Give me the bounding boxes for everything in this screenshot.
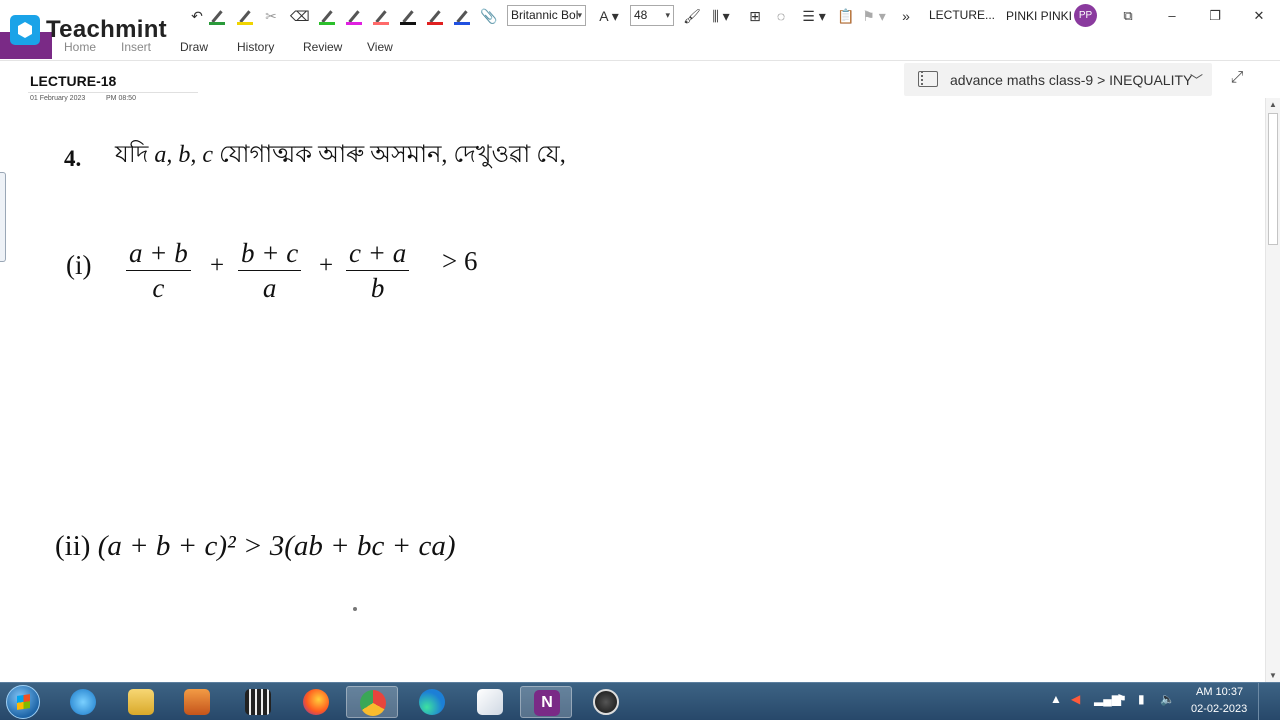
cut-icon[interactable]: ✂ xyxy=(262,7,280,25)
onenote-icon[interactable]: N xyxy=(520,686,572,718)
minimize-icon[interactable]: – xyxy=(1162,6,1182,26)
action-center-icon[interactable]: ⚑ xyxy=(1116,692,1127,706)
fraction-3-denominator: b xyxy=(370,273,385,303)
avatar[interactable]: PP xyxy=(1074,4,1097,27)
file-explorer-icon[interactable] xyxy=(115,686,167,718)
power-icon[interactable]: ▮ xyxy=(1138,692,1145,706)
sticky-note-icon[interactable] xyxy=(464,686,516,718)
side-panel-handle[interactable] xyxy=(0,172,6,262)
edge-icon[interactable] xyxy=(406,686,458,718)
tab-review[interactable]: Review xyxy=(303,40,342,54)
font-select-value: Britannic Bol xyxy=(511,8,579,22)
black-pen-icon[interactable] xyxy=(399,7,417,25)
tab-draw[interactable]: Draw xyxy=(180,40,208,54)
teachmint-logo: Teachmint xyxy=(10,14,167,46)
part-ii-label: (ii) xyxy=(55,530,91,562)
part-ii: (ii) (a + b + c)² > 3(ab + bc + ca) xyxy=(55,530,455,563)
overflow-icon[interactable]: » xyxy=(897,7,915,25)
video-editor-icon[interactable] xyxy=(232,686,284,718)
bright-green-pen-icon[interactable] xyxy=(318,7,336,25)
full-screen-icon[interactable]: ⧉ xyxy=(1118,6,1138,26)
format-painter-icon[interactable]: 🖌 xyxy=(683,7,701,25)
fraction-2-denominator: a xyxy=(262,273,277,303)
font-color-icon[interactable]: A ▾ xyxy=(596,7,622,25)
chevron-down-icon: ﹀ xyxy=(1190,73,1204,88)
vertical-scrollbar[interactable]: ▲ ▼ xyxy=(1265,98,1280,682)
ribbon-tabs: Home Insert Draw History Review View xyxy=(0,32,1280,61)
notebook-title: LECTURE... xyxy=(929,8,996,22)
green-pen-icon[interactable] xyxy=(208,7,226,25)
title-underline xyxy=(28,92,198,93)
cursor-dot xyxy=(353,607,357,611)
chrome-icon[interactable] xyxy=(346,686,398,718)
part-ii-expression: (a + b + c)² > 3(ab + bc + ca) xyxy=(97,530,456,562)
part-i-rhs: > 6 xyxy=(442,246,478,276)
undo-icon[interactable]: ↶ xyxy=(188,7,206,25)
scroll-thumb[interactable] xyxy=(1268,113,1278,245)
question-suffix: যোগাত্মক আৰু অসমান, দেখুওৱা যে, xyxy=(218,142,566,168)
flag-icon[interactable]: ⚑ ▾ xyxy=(860,7,888,25)
chevron-down-icon: ▾ xyxy=(577,10,582,20)
user-name: PINKI PINKI xyxy=(1006,9,1073,23)
blue-pen-icon[interactable] xyxy=(453,7,471,25)
show-desktop-button[interactable] xyxy=(1258,683,1280,720)
media-player-icon[interactable] xyxy=(171,686,223,718)
tray-alert-icon[interactable]: ◀ xyxy=(1071,692,1080,706)
eraser-icon[interactable]: ⌫ xyxy=(290,7,310,25)
plus-sign: + xyxy=(319,252,334,279)
page-time: PM 08:50 xyxy=(106,95,136,102)
page-title[interactable]: LECTURE-18 xyxy=(30,73,116,89)
question-prefix: যদি xyxy=(115,142,149,168)
scroll-up-icon[interactable]: ▲ xyxy=(1269,100,1277,109)
chevron-down-icon: ▾ xyxy=(665,10,670,20)
part-i-label: (i) xyxy=(66,250,92,280)
clock-time[interactable]: AM 10:37 xyxy=(1196,686,1243,698)
font-size-select[interactable]: 48 ▾ xyxy=(630,5,674,26)
fraction-1-denominator: c xyxy=(152,273,165,303)
fraction-3-numerator: c + a xyxy=(346,236,410,271)
clock-date[interactable]: 02-02-2023 xyxy=(1191,703,1247,715)
restore-icon[interactable]: ❐ xyxy=(1205,6,1225,26)
table-icon[interactable]: ⊞ xyxy=(746,7,764,25)
magenta-pen-icon[interactable] xyxy=(345,7,363,25)
tab-history[interactable]: History xyxy=(237,40,274,54)
notebook-icon xyxy=(918,71,938,87)
pink-pen-icon[interactable] xyxy=(372,7,390,25)
question-number: 4. xyxy=(64,146,82,171)
scroll-down-icon[interactable]: ▼ xyxy=(1269,671,1277,680)
obs-icon[interactable] xyxy=(580,686,632,718)
columns-icon[interactable]: ⫼ ▾ xyxy=(706,7,736,25)
tray-expand-icon[interactable]: ▲ xyxy=(1050,692,1062,706)
volume-icon[interactable]: 🔈 xyxy=(1160,692,1175,706)
teachmint-cube-icon xyxy=(10,15,40,45)
red-pen-icon[interactable] xyxy=(426,7,444,25)
font-size-value: 48 xyxy=(634,8,648,22)
plus-sign: + xyxy=(210,252,225,279)
title-bar: ↶ ✂ ⌫ 📎 Britannic Bol ▾ A ▾ 48 ▾ 🖌 ⫼ ▾ ⊞… xyxy=(0,0,1280,32)
breadcrumb-text: advance maths class-9 > INEQUALITY xyxy=(950,72,1193,88)
page-date: 01 February 2023 xyxy=(30,95,86,102)
fraction-3: c + a b xyxy=(346,236,410,305)
question-variables: a, b, c xyxy=(154,142,213,168)
logo-text: Teachmint xyxy=(46,16,167,43)
fraction-1: a + b c xyxy=(126,236,191,305)
fraction-2: b + c a xyxy=(238,236,302,305)
list-icon[interactable]: ☰ ▾ xyxy=(800,7,828,25)
tab-view[interactable]: View xyxy=(367,40,393,54)
lasso-icon[interactable]: ◌ xyxy=(772,7,790,25)
paste-icon[interactable]: 📋 xyxy=(837,7,855,25)
expand-icon[interactable]: ⤢ xyxy=(1226,67,1248,89)
firefox-icon[interactable] xyxy=(290,686,342,718)
font-select[interactable]: Britannic Bol ▾ xyxy=(507,5,586,26)
yellow-highlighter-icon[interactable] xyxy=(236,7,254,25)
question-text: যদি a, b, c যোগাত্মক আৰু অসমান, দেখুওৱা … xyxy=(115,136,566,176)
breadcrumb[interactable]: advance maths class-9 > INEQUALITY ﹀ xyxy=(904,63,1212,96)
fraction-2-numerator: b + c xyxy=(238,236,302,271)
attach-icon[interactable]: 📎 xyxy=(480,7,498,25)
taskbar: N xyxy=(0,682,1280,720)
fraction-1-numerator: a + b xyxy=(126,236,191,271)
close-icon[interactable]: ✕ xyxy=(1249,6,1269,26)
internet-explorer-icon[interactable] xyxy=(57,686,109,718)
windows-start-icon[interactable] xyxy=(6,685,40,719)
